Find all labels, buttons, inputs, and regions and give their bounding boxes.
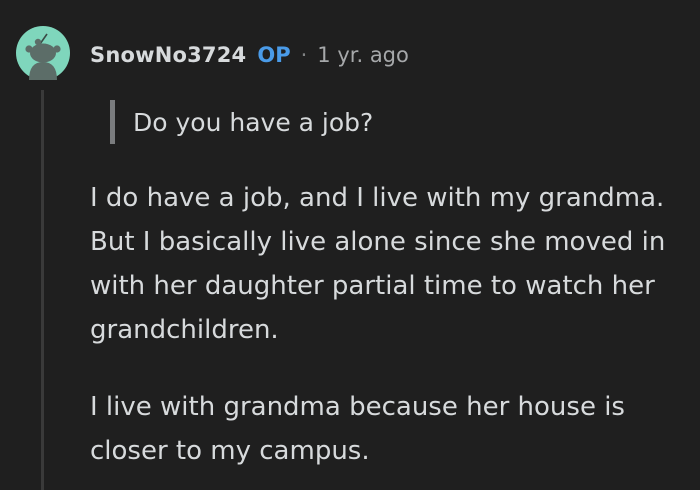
comment-header: SnowNo3724 OP · 1 yr. ago <box>90 40 409 70</box>
separator-dot: · <box>300 43 308 67</box>
user-avatar[interactable] <box>16 26 70 80</box>
reddit-snoo-avatar-icon <box>16 26 70 80</box>
quote-text: Do you have a job? <box>133 107 374 137</box>
timestamp[interactable]: 1 yr. ago <box>317 43 409 67</box>
comment: SnowNo3724 OP · 1 yr. ago Do you have a … <box>0 0 700 490</box>
comment-paragraph: I live with grandma because her house is… <box>90 392 625 466</box>
comment-paragraph: I do have a job, and I live with my gran… <box>90 183 666 345</box>
op-badge: OP <box>257 43 291 67</box>
blockquote: Do you have a job? <box>110 100 373 144</box>
username-link[interactable]: SnowNo3724 <box>90 43 246 67</box>
thread-line[interactable] <box>41 90 44 490</box>
